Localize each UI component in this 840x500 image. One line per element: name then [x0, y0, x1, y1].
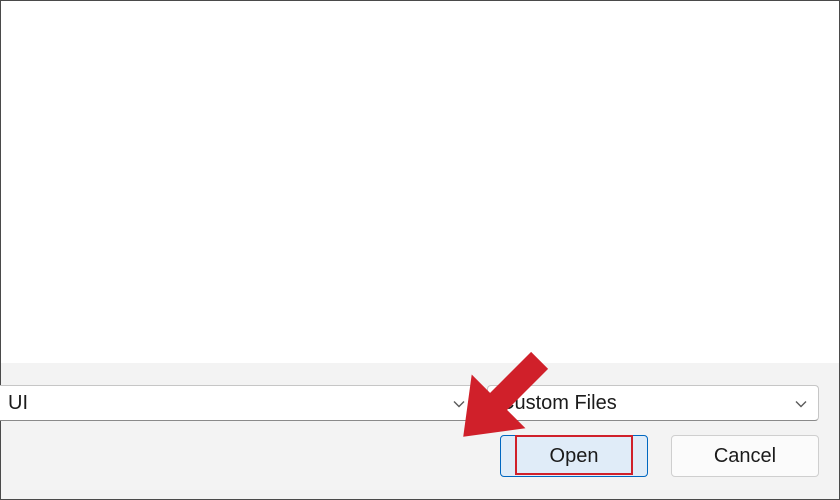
file-name-value: UI — [8, 392, 28, 414]
chevron-down-icon[interactable] — [452, 397, 466, 411]
open-button-highlight-box — [515, 435, 633, 475]
file-name-combobox[interactable]: UI — [0, 385, 477, 421]
dialog-footer: UI Custom Files Open Cancel — [0, 363, 839, 499]
chevron-down-icon[interactable] — [794, 397, 808, 411]
file-type-value: Custom Files — [500, 392, 617, 414]
cancel-button[interactable]: Cancel — [671, 435, 819, 477]
open-file-dialog: UI Custom Files Open Cancel — [0, 0, 840, 500]
file-list-area[interactable] — [1, 1, 839, 363]
file-type-dropdown[interactable]: Custom Files — [487, 385, 819, 421]
